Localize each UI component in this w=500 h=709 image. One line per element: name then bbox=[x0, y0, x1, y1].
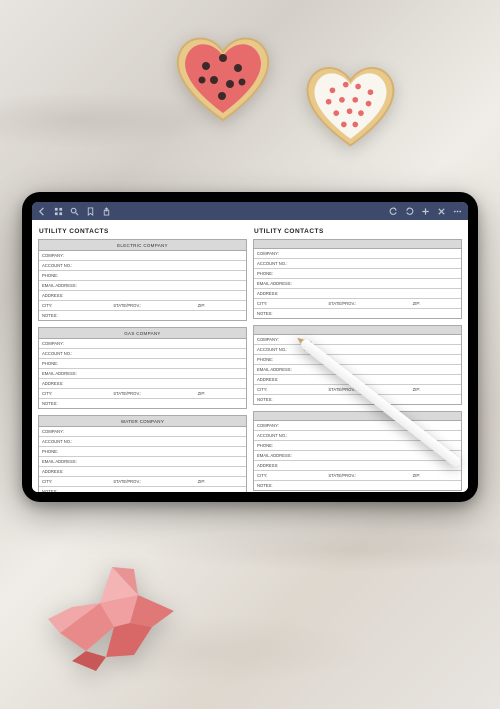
card-blank-3: COMPANY: ACCOUNT NO.: PHONE: EMAIL ADDRE… bbox=[253, 411, 462, 491]
cookie-heart-red bbox=[168, 28, 278, 128]
label-email: EMAIL ADDRESS: bbox=[42, 283, 77, 288]
grid-icon[interactable] bbox=[54, 207, 63, 216]
card-blank-1: COMPANY: ACCOUNT NO.: PHONE: EMAIL ADDRE… bbox=[253, 239, 462, 319]
page-title: UTILITY CONTACTS bbox=[254, 228, 462, 235]
card-header: GAS COMPANY bbox=[39, 328, 246, 339]
add-icon[interactable] bbox=[421, 207, 430, 216]
page-left: UTILITY CONTACTS ELECTRIC COMPANY COMPAN… bbox=[38, 226, 247, 492]
redo-icon[interactable] bbox=[405, 207, 414, 216]
card-gas: GAS COMPANY COMPANY: ACCOUNT NO.: PHONE:… bbox=[38, 327, 247, 409]
label-company: COMPANY: bbox=[42, 253, 64, 258]
label-address: ADDRESS: bbox=[42, 293, 63, 298]
tablet-device: UTILITY CONTACTS ELECTRIC COMPANY COMPAN… bbox=[22, 192, 478, 502]
more-icon[interactable] bbox=[453, 207, 462, 216]
share-icon[interactable] bbox=[102, 207, 111, 216]
cookie-heart-white bbox=[298, 58, 403, 153]
card-header: WATER COMPANY bbox=[39, 416, 246, 427]
close-icon[interactable] bbox=[437, 207, 446, 216]
label-state: STATE/PROV.: bbox=[113, 303, 141, 308]
origami-bird bbox=[42, 555, 192, 675]
tablet-screen: UTILITY CONTACTS ELECTRIC COMPANY COMPAN… bbox=[32, 202, 468, 492]
page-right: UTILITY CONTACTS COMPANY: ACCOUNT NO.: P… bbox=[253, 226, 462, 492]
label-phone: PHONE: bbox=[42, 273, 58, 278]
page-title: UTILITY CONTACTS bbox=[39, 228, 247, 235]
label-notes: NOTES: bbox=[42, 313, 58, 318]
card-header: ELECTRIC COMPANY bbox=[39, 240, 246, 251]
document-area: UTILITY CONTACTS ELECTRIC COMPANY COMPAN… bbox=[32, 220, 468, 492]
label-zip: ZIP: bbox=[198, 303, 206, 308]
label-account: ACCOUNT NO.: bbox=[42, 263, 72, 268]
app-toolbar bbox=[32, 202, 468, 220]
card-header bbox=[254, 412, 461, 421]
search-icon[interactable] bbox=[70, 207, 79, 216]
card-electric: ELECTRIC COMPANY COMPANY: ACCOUNT NO.: P… bbox=[38, 239, 247, 321]
card-header bbox=[254, 240, 461, 249]
card-water: WATER COMPANY COMPANY: ACCOUNT NO.: PHON… bbox=[38, 415, 247, 492]
card-header bbox=[254, 326, 461, 335]
back-icon[interactable] bbox=[38, 207, 47, 216]
card-blank-2: COMPANY: ACCOUNT NO.: PHONE: EMAIL ADDRE… bbox=[253, 325, 462, 405]
bookmark-icon[interactable] bbox=[86, 207, 95, 216]
label-city: CITY: bbox=[42, 303, 52, 308]
undo-icon[interactable] bbox=[389, 207, 398, 216]
